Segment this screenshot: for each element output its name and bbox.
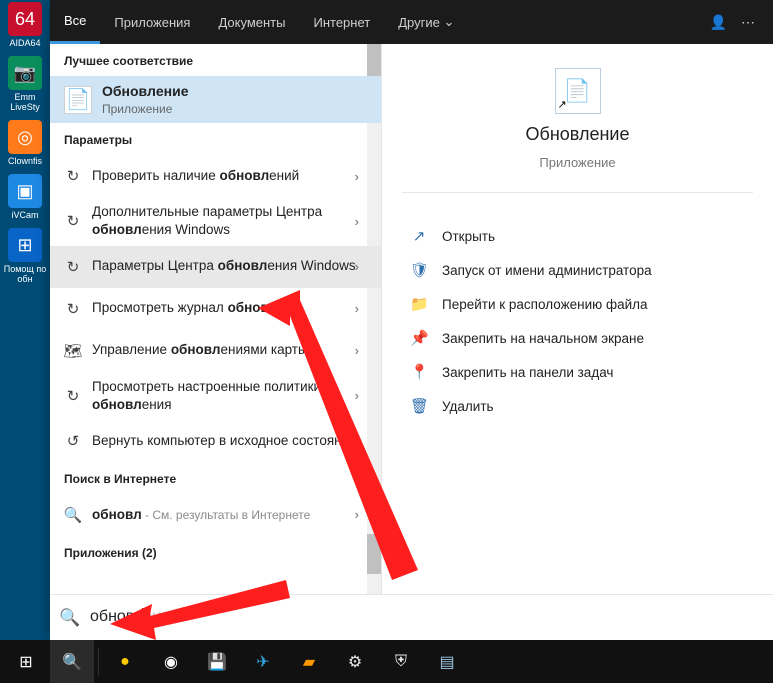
shield-icon: 🛡 bbox=[410, 261, 428, 279]
preview-app-icon: 📄↗ bbox=[555, 68, 601, 114]
refresh-icon: ↻ bbox=[64, 167, 82, 185]
chevron-down-icon: ⌄ bbox=[443, 14, 454, 30]
settings-result[interactable]: 🗺 Управление обновлениями карты › bbox=[50, 330, 381, 372]
refresh-icon: ↻ bbox=[64, 258, 82, 276]
tab-more[interactable]: Другие ⌄ bbox=[384, 0, 468, 44]
search-input[interactable]: обновление bbox=[90, 608, 773, 626]
update-app-icon: 📄 bbox=[64, 86, 92, 114]
desktop-icon[interactable]: ◎Clownfis bbox=[1, 118, 49, 168]
clownfish-icon: ◎ bbox=[8, 120, 42, 154]
action-run-admin[interactable]: 🛡Запуск от имени администратора bbox=[382, 253, 773, 287]
taskbar-app-yandex[interactable]: ● bbox=[103, 640, 147, 683]
taskbar-app-chrome[interactable]: ◉ bbox=[149, 640, 193, 683]
shortcut-badge-icon: ↗ bbox=[558, 98, 567, 111]
overflow-icon[interactable]: ⋯ bbox=[741, 14, 755, 31]
search-tabs: Все Приложения Документы Интернет Другие… bbox=[50, 0, 773, 44]
taskbar-app-settings[interactable]: ⚙ bbox=[333, 640, 377, 683]
action-pin-start[interactable]: 📌Закрепить на начальном экране bbox=[382, 321, 773, 355]
settings-result[interactable]: ↻ Просмотреть журнал обновлен › bbox=[50, 288, 381, 330]
start-button[interactable]: ⊞ bbox=[4, 640, 48, 683]
tab-apps[interactable]: Приложения bbox=[100, 0, 204, 44]
refresh-icon: ↻ bbox=[64, 300, 82, 318]
action-uninstall[interactable]: 🗑Удалить bbox=[382, 389, 773, 423]
folder-icon: 📁 bbox=[410, 295, 428, 313]
refresh-icon: ↻ bbox=[64, 387, 82, 405]
open-icon: ↗ bbox=[410, 227, 428, 245]
pin-icon: 📌 bbox=[410, 329, 428, 347]
chevron-right-icon: › bbox=[355, 388, 359, 403]
chevron-right-icon: › bbox=[355, 259, 359, 274]
search-panel: Все Приложения Документы Интернет Другие… bbox=[50, 0, 773, 640]
action-open-location[interactable]: 📁Перейти к расположению файла bbox=[382, 287, 773, 321]
cam-icon: 📷 bbox=[8, 56, 42, 90]
settings-result[interactable]: ↻ Дополнительные параметры Центра обновл… bbox=[50, 197, 381, 245]
results-list: Лучшее соответствие 📄 Обновление Приложе… bbox=[50, 44, 382, 594]
taskbar-app-defender[interactable]: ⛨ bbox=[379, 640, 423, 683]
search-icon: 🔍 bbox=[64, 506, 82, 524]
aida-icon: 64 bbox=[8, 2, 42, 36]
web-result[interactable]: 🔍 обновл - См. результаты в Интернете › bbox=[50, 494, 381, 536]
taskbar-app-generic[interactable]: ▤ bbox=[425, 640, 469, 683]
desktop-icon[interactable]: ⊞Помощ по обн bbox=[1, 226, 49, 286]
section-web: Поиск в Интернете bbox=[50, 462, 381, 494]
chevron-right-icon: › bbox=[355, 343, 359, 358]
tab-all[interactable]: Все bbox=[50, 0, 100, 44]
taskbar-search-button[interactable]: 🔍 bbox=[50, 640, 94, 683]
action-pin-taskbar[interactable]: 📍Закрепить на панели задач bbox=[382, 355, 773, 389]
search-input-row[interactable]: 🔍 обновление bbox=[50, 594, 773, 640]
preview-actions: ↗Открыть 🛡Запуск от имени администратора… bbox=[382, 207, 773, 435]
desktop-icon[interactable]: ▣iVCam bbox=[1, 172, 49, 222]
refresh-icon: ↻ bbox=[64, 212, 82, 230]
preview-title: Обновление bbox=[526, 124, 630, 145]
separator bbox=[402, 192, 753, 193]
action-open[interactable]: ↗Открыть bbox=[382, 219, 773, 253]
chevron-right-icon: › bbox=[355, 169, 359, 184]
desktop-icon[interactable]: 📷Emm LiveSty bbox=[1, 54, 49, 114]
chevron-right-icon: › bbox=[355, 433, 359, 448]
settings-result-hover[interactable]: ↻ Параметры Центра обновления Windows › bbox=[50, 246, 381, 288]
section-best-match: Лучшее соответствие bbox=[50, 44, 381, 76]
taskbar-app-save[interactable]: 💾 bbox=[195, 640, 239, 683]
tab-docs[interactable]: Документы bbox=[204, 0, 299, 44]
reset-icon: ↺ bbox=[64, 432, 82, 450]
section-apps: Приложения (2) bbox=[50, 536, 381, 568]
tab-web[interactable]: Интернет bbox=[299, 0, 384, 44]
taskbar-app-telegram[interactable]: ✈ bbox=[241, 640, 285, 683]
chevron-right-icon: › bbox=[355, 507, 359, 522]
taskbar-divider bbox=[98, 648, 99, 676]
section-settings: Параметры bbox=[50, 123, 381, 155]
desktop-icons: 64AIDA64 📷Emm LiveSty ◎Clownfis ▣iVCam ⊞… bbox=[0, 0, 50, 640]
scrollbar-thumb[interactable] bbox=[367, 534, 381, 574]
settings-result[interactable]: ↻ Проверить наличие обновлений › bbox=[50, 155, 381, 197]
preview-pane: 📄↗ Обновление Приложение ↗Открыть 🛡Запус… bbox=[382, 44, 773, 594]
settings-result[interactable]: ↺ Вернуть компьютер в исходное состояние… bbox=[50, 420, 381, 462]
pin-icon: 📍 bbox=[410, 363, 428, 381]
ivcam-icon: ▣ bbox=[8, 174, 42, 208]
map-icon: 🗺 bbox=[64, 342, 82, 360]
desktop-icon[interactable]: 64AIDA64 bbox=[1, 0, 49, 50]
chevron-right-icon: › bbox=[355, 301, 359, 316]
preview-subtitle: Приложение bbox=[539, 155, 615, 170]
settings-result[interactable]: ↻ Просмотреть настроенные политики обнов… bbox=[50, 372, 381, 420]
chevron-right-icon: › bbox=[355, 214, 359, 229]
trash-icon: 🗑 bbox=[410, 397, 428, 415]
best-match-item[interactable]: 📄 Обновление Приложение bbox=[50, 76, 381, 123]
taskbar: ⊞ 🔍 ● ◉ 💾 ✈ ▰ ⚙ ⛨ ▤ bbox=[0, 640, 773, 683]
user-icon[interactable]: 👤 bbox=[710, 14, 727, 31]
taskbar-app-sublime[interactable]: ▰ bbox=[287, 640, 331, 683]
upgrade-icon: ⊞ bbox=[8, 228, 42, 262]
search-icon: 🔍 bbox=[50, 608, 90, 628]
